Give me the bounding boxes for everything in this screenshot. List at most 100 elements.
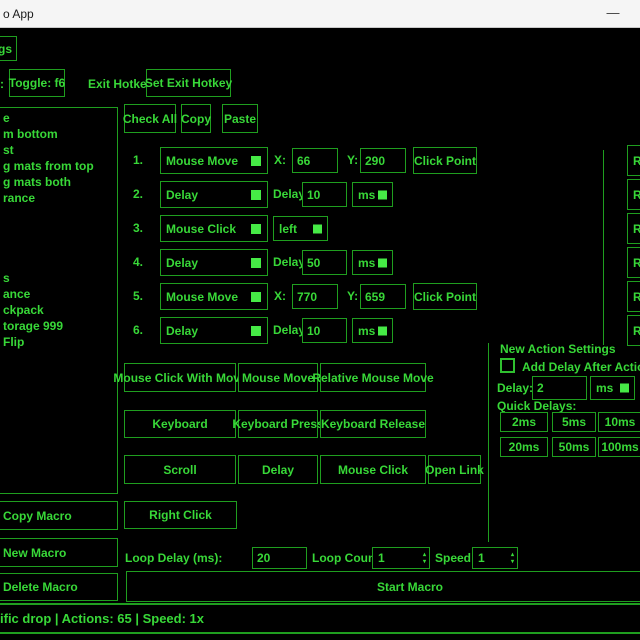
add-mouse-move-button[interactable]: Mouse Move (238, 363, 318, 392)
quick-delay-50ms-button[interactable]: 50ms (552, 437, 596, 457)
delay-unit-value: ms (358, 324, 375, 338)
mouse-button-value: left (279, 222, 297, 236)
settings-delay-unit-dropdown[interactable]: ms (590, 376, 635, 400)
macro-list-item[interactable]: e (0, 110, 117, 126)
new-action-settings-title: New Action Settings (500, 342, 616, 356)
action-type-dropdown[interactable]: Delay (160, 317, 268, 344)
dropdown-indicator-icon (251, 292, 261, 302)
dropdown-indicator-icon (251, 224, 261, 234)
delay-input[interactable] (302, 318, 347, 343)
delay-unit-dropdown[interactable]: ms (352, 182, 393, 207)
macro-list-item[interactable]: m bottom (0, 126, 117, 142)
add-open-link-button[interactable]: Open Link (428, 455, 481, 484)
action-type-dropdown[interactable]: Mouse Move (160, 147, 268, 174)
action-type-value: Delay (166, 256, 198, 270)
x-input[interactable] (292, 284, 338, 309)
x-label: X: (274, 153, 286, 167)
delay-input[interactable] (302, 182, 347, 207)
mouse-button-dropdown[interactable]: left (273, 216, 328, 241)
quick-delay-100ms-button[interactable]: 100ms (598, 437, 640, 457)
remove-action-button[interactable]: R (627, 247, 640, 278)
dropdown-indicator-icon (251, 326, 261, 336)
new-macro-button[interactable]: New Macro (0, 538, 118, 567)
spinner-buttons[interactable]: ▴▾ (423, 548, 426, 568)
click-point-button[interactable]: Click Point (413, 147, 477, 174)
action-number: 3. (133, 221, 143, 235)
dropdown-indicator-icon (251, 156, 261, 166)
add-delay-checkbox[interactable] (500, 358, 515, 373)
remove-action-button[interactable]: R (627, 179, 640, 210)
remove-action-button[interactable]: R (627, 145, 640, 176)
copy-button[interactable]: Copy (181, 104, 211, 133)
action-row: 6. Delay Delay: ms R (0, 317, 640, 344)
set-exit-hotkey-button[interactable]: Set Exit Hotkey (146, 69, 231, 97)
dropdown-indicator-icon (620, 384, 629, 393)
click-point-button[interactable]: Click Point (413, 283, 477, 310)
add-right-click-button[interactable]: Right Click (124, 501, 237, 529)
remove-action-button[interactable]: R (627, 213, 640, 244)
delay-unit-value: ms (358, 188, 375, 202)
action-type-dropdown[interactable]: Mouse Click (160, 215, 268, 242)
toggle-hotkey-button[interactable]: Toggle: f6 (9, 69, 65, 97)
action-type-value: Mouse Click (166, 222, 236, 236)
add-relative-mouse-move-button[interactable]: Relative Mouse Move (320, 363, 426, 392)
add-keyboard-release-button[interactable]: Keyboard Release (320, 410, 426, 438)
spinner-down-icon[interactable]: ▾ (423, 559, 426, 565)
paste-button[interactable]: Paste (222, 104, 258, 133)
y-input[interactable] (360, 148, 406, 173)
minimize-icon[interactable]: — (598, 2, 628, 26)
add-keyboard-button[interactable]: Keyboard (124, 410, 236, 438)
action-type-dropdown[interactable]: Delay (160, 181, 268, 208)
tab-settings[interactable]: gs (0, 36, 17, 61)
quick-delay-20ms-button[interactable]: 20ms (500, 437, 548, 457)
delay-unit-dropdown[interactable]: ms (352, 318, 393, 343)
macro-app-window: o App — gs : Toggle: f6 Exit Hotkey: Set… (0, 0, 640, 640)
remove-action-button[interactable]: R (627, 315, 640, 346)
action-number: 1. (133, 153, 143, 167)
add-keyboard-press-button[interactable]: Keyboard Press (238, 410, 318, 438)
quick-delay-10ms-button[interactable]: 10ms (598, 412, 640, 432)
x-input[interactable] (292, 148, 338, 173)
speed-value: 1 (478, 551, 485, 565)
loop-count-value: 1 (378, 551, 385, 565)
loop-count-stepper[interactable]: 1 ▴▾ (372, 547, 430, 569)
check-all-button[interactable]: Check All (124, 104, 176, 133)
y-label: Y: (347, 289, 358, 303)
action-row: 5. Mouse Move X: Y: Click Point R (0, 283, 640, 310)
action-type-dropdown[interactable]: Delay (160, 249, 268, 276)
copy-macro-button[interactable]: Copy Macro (0, 501, 118, 530)
remove-action-button[interactable]: R (627, 281, 640, 312)
dropdown-indicator-icon (378, 258, 387, 267)
action-number: 4. (133, 255, 143, 269)
dropdown-indicator-icon (251, 258, 261, 268)
y-label: Y: (347, 153, 358, 167)
delay-input[interactable] (302, 250, 347, 275)
action-type-dropdown[interactable]: Mouse Move (160, 283, 268, 310)
y-input[interactable] (360, 284, 406, 309)
quick-delay-2ms-button[interactable]: 2ms (500, 412, 548, 432)
loop-delay-label: Loop Delay (ms): (125, 551, 222, 565)
settings-delay-input[interactable] (532, 376, 587, 400)
delay-unit-value: ms (358, 256, 375, 270)
spinner-up-icon[interactable]: ▴ (511, 552, 514, 558)
quick-delay-5ms-button[interactable]: 5ms (552, 412, 596, 432)
x-label: X: (274, 289, 286, 303)
add-scroll-button[interactable]: Scroll (124, 455, 236, 484)
delay-unit-dropdown[interactable]: ms (352, 250, 393, 275)
add-delay-button[interactable]: Delay (238, 455, 318, 484)
add-mouse-click-button[interactable]: Mouse Click (320, 455, 426, 484)
start-macro-button[interactable]: Start Macro (126, 571, 640, 602)
spinner-up-icon[interactable]: ▴ (423, 552, 426, 558)
loop-delay-input[interactable] (252, 547, 307, 569)
titlebar: o App — (0, 0, 640, 28)
spinner-buttons[interactable]: ▴▾ (511, 548, 514, 568)
add-mouse-click-with-move-button[interactable]: Mouse Click With Move (124, 363, 236, 392)
settings-divider (488, 343, 489, 542)
action-type-value: Mouse Move (166, 290, 238, 304)
quick-delays-label: Quick Delays: (497, 399, 576, 413)
delete-macro-button[interactable]: Delete Macro (0, 573, 118, 601)
spinner-down-icon[interactable]: ▾ (511, 559, 514, 565)
panel-divider (603, 150, 604, 345)
dropdown-indicator-icon (251, 190, 261, 200)
speed-stepper[interactable]: 1 ▴▾ (472, 547, 518, 569)
